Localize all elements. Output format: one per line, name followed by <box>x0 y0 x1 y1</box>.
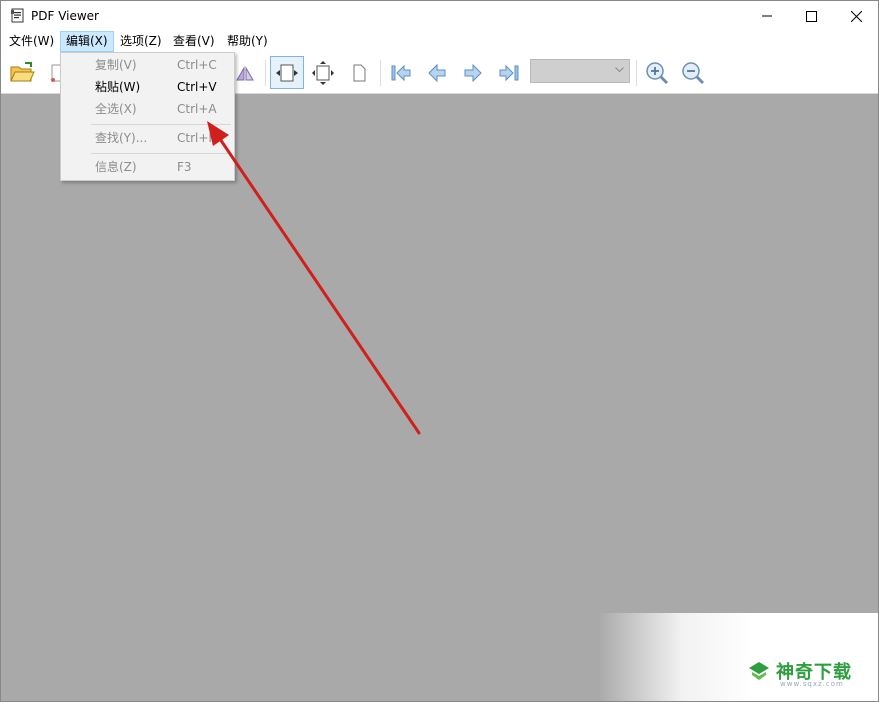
previous-page-icon <box>428 63 446 82</box>
close-button[interactable] <box>833 1 878 31</box>
menu-item-select-all[interactable]: 全选(X) Ctrl+A <box>61 98 234 120</box>
close-icon <box>850 10 862 22</box>
menu-item-info[interactable]: 信息(Z) F3 <box>61 156 234 178</box>
fit-width-icon <box>276 64 298 81</box>
menu-item-shortcut: Ctrl+F <box>177 131 216 145</box>
toolbar-separator <box>380 60 381 86</box>
window-title: PDF Viewer <box>31 9 99 23</box>
maximize-button[interactable] <box>788 1 834 31</box>
page-select[interactable] <box>530 59 630 83</box>
pdf-viewer-window: PDF Viewer 文件(W) 编辑(X) 选项(Z) 查看(V) 帮助(Y) <box>0 0 879 702</box>
maximize-icon <box>805 10 817 22</box>
app-icon <box>11 8 24 23</box>
document-area[interactable] <box>1 94 878 701</box>
menu-options[interactable]: 选项(Z) <box>115 31 167 52</box>
minimize-button[interactable] <box>744 1 790 31</box>
zoom-in-icon <box>646 61 669 84</box>
menu-help[interactable]: 帮助(Y) <box>222 31 273 52</box>
menu-item-shortcut: F3 <box>177 160 192 174</box>
next-page-icon <box>464 63 482 82</box>
menu-edit[interactable]: 编辑(X) <box>60 31 114 52</box>
menu-separator <box>91 153 231 154</box>
menu-item-shortcut: Ctrl+A <box>177 102 217 116</box>
chevron-down-icon <box>615 67 624 73</box>
menu-item-paste[interactable]: 粘贴(W) Ctrl+V <box>61 76 234 98</box>
fit-page-button[interactable] <box>306 56 340 89</box>
menu-item-shortcut: Ctrl+V <box>177 80 217 94</box>
toolbar-separator <box>636 60 637 86</box>
first-page-icon <box>391 64 411 81</box>
toolbar-separator <box>265 60 266 86</box>
watermark-url: www.sqxz.com <box>780 680 844 688</box>
fit-page-icon <box>312 60 334 85</box>
edit-menu-dropdown: 复制(V) Ctrl+C 粘贴(W) Ctrl+V 全选(X) Ctrl+A 查… <box>60 52 235 181</box>
menu-item-shortcut: Ctrl+C <box>177 58 217 72</box>
menu-view[interactable]: 查看(V) <box>168 31 220 52</box>
next-page-button[interactable] <box>456 56 490 89</box>
first-page-button[interactable] <box>384 56 418 89</box>
minimize-icon <box>762 15 772 17</box>
title-bar[interactable]: PDF Viewer <box>1 1 878 31</box>
single-page-button[interactable] <box>342 56 376 89</box>
zoom-in-button[interactable] <box>640 56 674 89</box>
open-button[interactable] <box>5 56 39 89</box>
previous-page-button[interactable] <box>420 56 454 89</box>
menu-separator <box>91 124 231 125</box>
last-page-button[interactable] <box>492 56 526 89</box>
rotate-icon <box>236 65 254 80</box>
menu-item-label: 查找(Y)... <box>95 131 148 145</box>
menu-file[interactable]: 文件(W) <box>4 31 59 52</box>
single-page-icon <box>353 64 366 81</box>
menu-bar: 文件(W) 编辑(X) 选项(Z) 查看(V) 帮助(Y) <box>1 31 878 52</box>
last-page-icon <box>499 64 519 81</box>
fit-width-button[interactable] <box>270 56 304 89</box>
menu-item-label: 粘贴(W) <box>95 80 141 94</box>
menu-item-copy[interactable]: 复制(V) Ctrl+C <box>61 54 234 76</box>
menu-item-label: 信息(Z) <box>95 160 137 174</box>
zoom-out-icon <box>682 61 705 84</box>
watermark-leaf-icon <box>749 662 769 680</box>
menu-item-label: 复制(V) <box>95 58 137 72</box>
menu-item-find[interactable]: 查找(Y)... Ctrl+F <box>61 127 234 149</box>
zoom-out-button[interactable] <box>676 56 710 89</box>
open-folder-icon <box>10 61 35 81</box>
menu-item-label: 全选(X) <box>95 102 137 116</box>
